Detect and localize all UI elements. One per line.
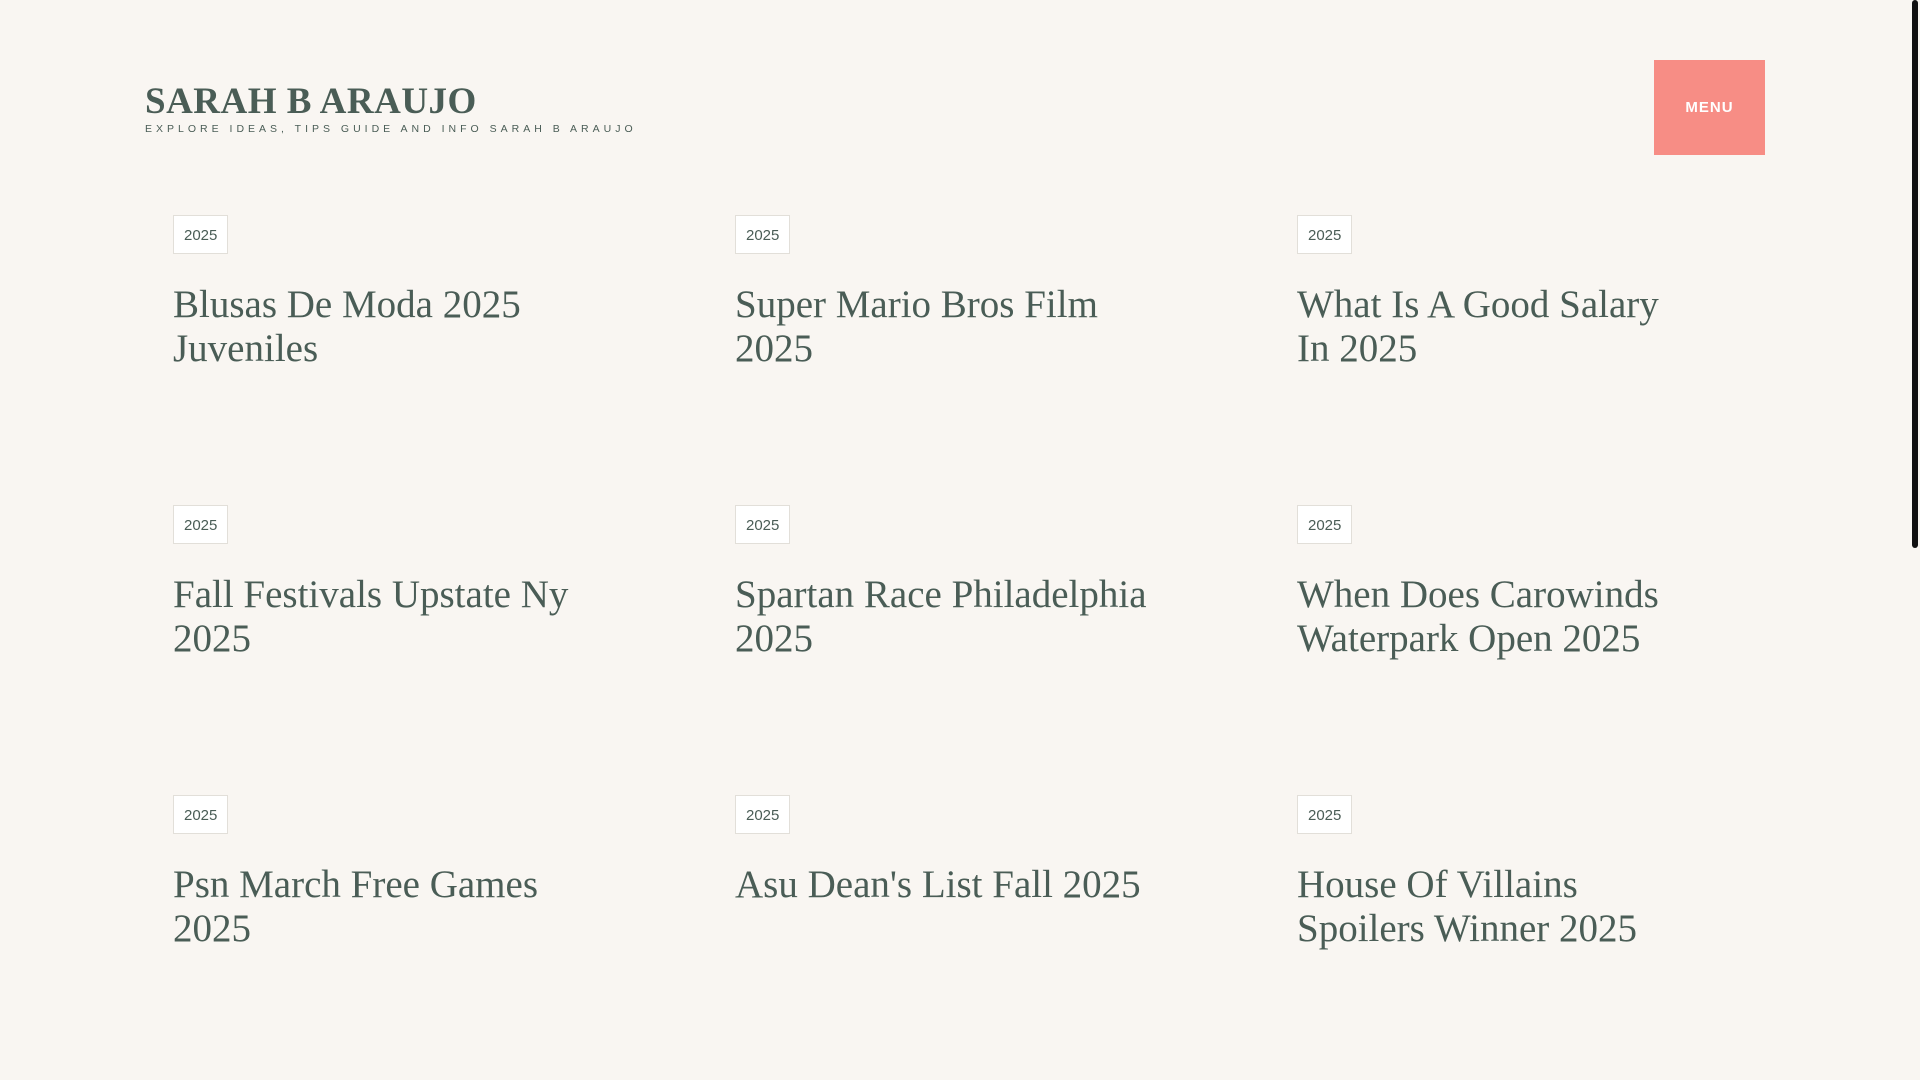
site-title-link[interactable]: SARAH B ARAUJO (145, 81, 637, 123)
post-card: 2025 Psn March Free Games 2025 (173, 795, 735, 1080)
post-title-link[interactable]: When Does Carowinds Waterpark Open 2025 (1297, 573, 1673, 661)
site-tagline: EXPLORE IDEAS, TIPS GUIDE AND INFO SARAH… (145, 123, 637, 135)
post-card: 2025 House Of Villains Spoilers Winner 2… (1297, 795, 1673, 1080)
post-year-tag[interactable]: 2025 (735, 505, 791, 544)
post-title-link[interactable]: Psn March Free Games 2025 (173, 863, 613, 951)
post-year-tag[interactable]: 2025 (1297, 215, 1353, 254)
menu-button[interactable]: MENU (1654, 60, 1765, 155)
post-title-link[interactable]: Asu Dean's List Fall 2025 (735, 863, 1175, 907)
site-branding: SARAH B ARAUJO EXPLORE IDEAS, TIPS GUIDE… (145, 81, 637, 135)
post-year-tag[interactable]: 2025 (1297, 795, 1353, 834)
post-card: 2025 What Is A Good Salary In 2025 (1297, 215, 1673, 505)
post-year-tag[interactable]: 2025 (735, 215, 791, 254)
post-card: 2025 When Does Carowinds Waterpark Open … (1297, 505, 1673, 795)
post-year-tag[interactable]: 2025 (173, 795, 229, 834)
post-year-tag[interactable]: 2025 (173, 505, 229, 544)
post-year-tag[interactable]: 2025 (1297, 505, 1353, 544)
post-title-link[interactable]: Super Mario Bros Film 2025 (735, 283, 1175, 371)
post-year-tag[interactable]: 2025 (173, 215, 229, 254)
post-card: 2025 Fall Festivals Upstate Ny 2025 (173, 505, 735, 795)
post-title-link[interactable]: What Is A Good Salary In 2025 (1297, 283, 1673, 371)
post-card: 2025 Blusas De Moda 2025 Juveniles (173, 215, 735, 505)
post-grid: 2025 Blusas De Moda 2025 Juveniles 2025 … (173, 215, 1673, 1080)
post-title-link[interactable]: Fall Festivals Upstate Ny 2025 (173, 573, 613, 661)
post-year-tag[interactable]: 2025 (735, 795, 791, 834)
post-title-link[interactable]: House Of Villains Spoilers Winner 2025 (1297, 863, 1673, 951)
post-title-link[interactable]: Spartan Race Philadelphia 2025 (735, 573, 1175, 661)
post-card: 2025 Super Mario Bros Film 2025 (735, 215, 1297, 505)
vertical-scrollbar[interactable] (1911, 0, 1920, 1080)
post-card: 2025 Spartan Race Philadelphia 2025 (735, 505, 1297, 795)
post-title-link[interactable]: Blusas De Moda 2025 Juveniles (173, 283, 613, 371)
scrollbar-thumb[interactable] (1912, 0, 1918, 548)
post-card: 2025 Asu Dean's List Fall 2025 (735, 795, 1297, 1080)
